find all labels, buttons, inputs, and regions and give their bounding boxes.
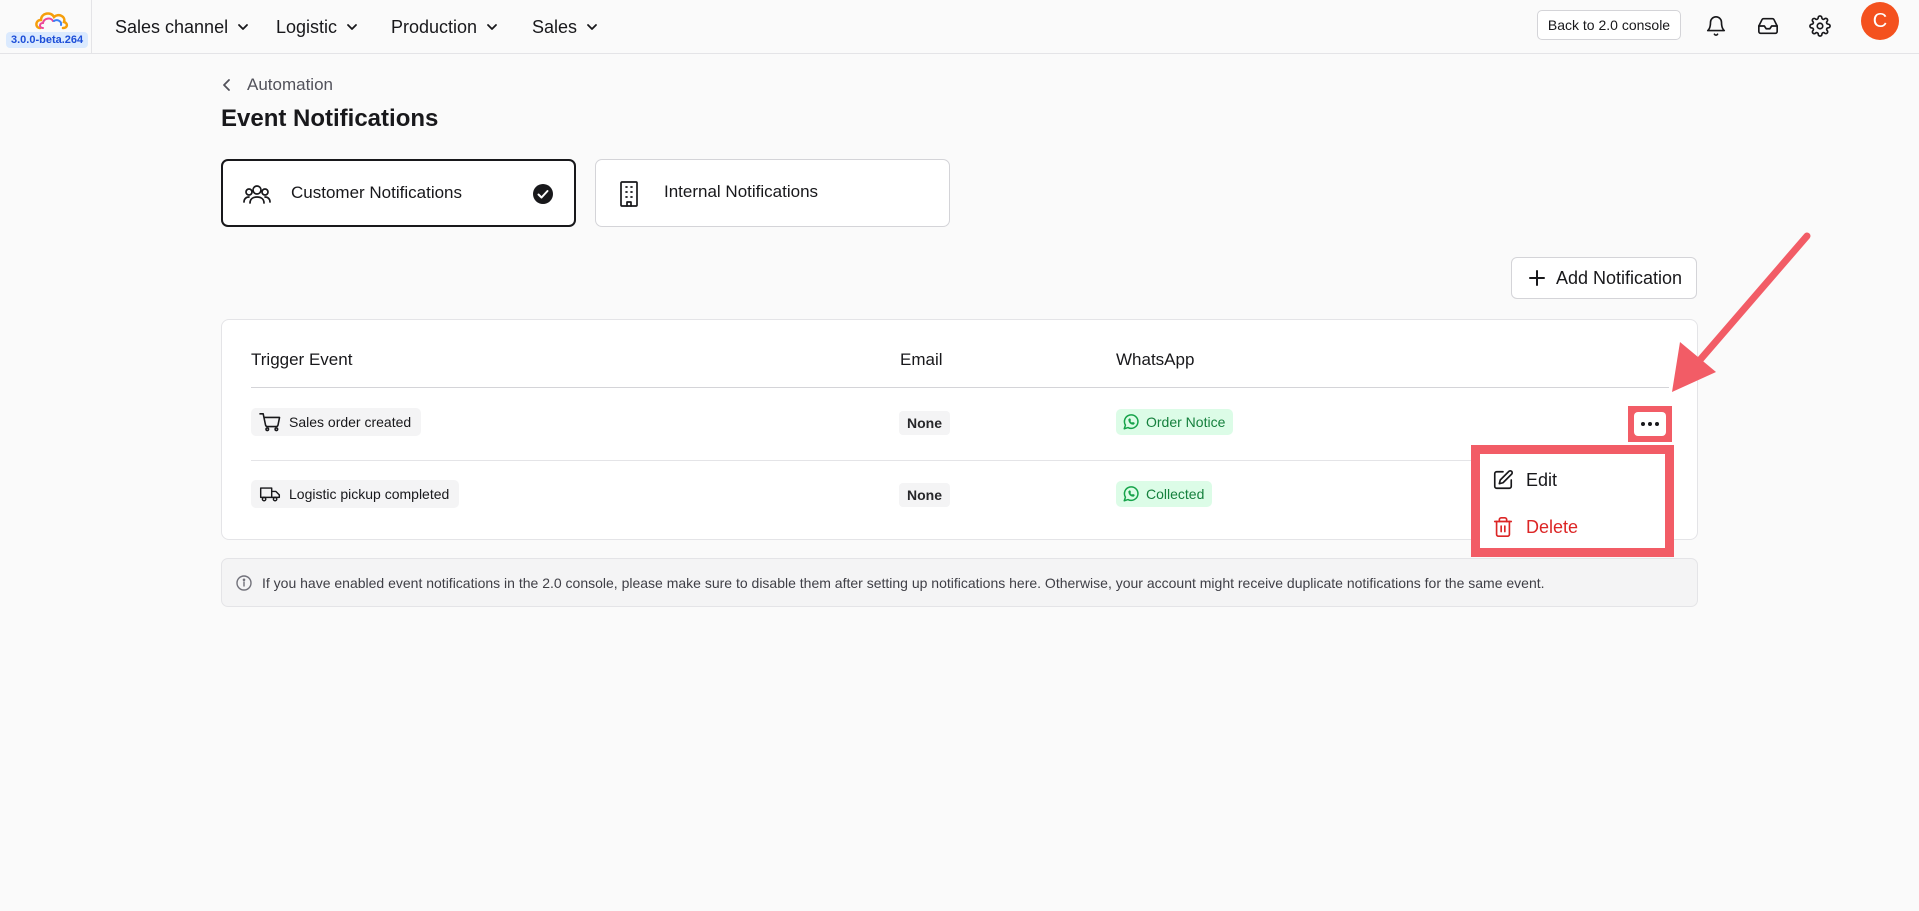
menu-item-edit-label: Edit [1526, 469, 1558, 490]
tab-label: Customer Notifications [291, 183, 463, 202]
more-horizontal-icon [1634, 412, 1666, 436]
nav-label: Sales [532, 16, 578, 37]
inbox-icon[interactable] [1755, 13, 1781, 39]
whatsapp-template-badge[interactable]: Order Notice [1116, 409, 1234, 435]
chevron-down-icon [238, 24, 248, 30]
email-template-badge: None [899, 411, 950, 435]
tab-internal-notifications[interactable]: Internal Notifications [595, 159, 950, 227]
nav-label: Logistic [276, 16, 338, 37]
trigger-event-label: Sales order created [289, 414, 412, 430]
row-more-options-button[interactable] [1628, 406, 1672, 442]
cloud-logo-icon [35, 12, 69, 30]
building-icon [620, 181, 638, 207]
back-to-console-button[interactable]: Back to 2.0 console [1537, 10, 1681, 40]
nav-label: Production [391, 16, 478, 37]
tab-label: Internal Notifications [664, 182, 819, 201]
logo[interactable]: 3.0.0-beta.264 [0, 0, 92, 54]
whatsapp-icon [1123, 486, 1139, 502]
nav-sales-channel[interactable]: Sales channel [115, 14, 250, 40]
tab-customer-notifications[interactable]: Customer Notifications [221, 159, 576, 227]
info-banner: If you have enabled event notifications … [221, 558, 1698, 607]
trigger-event-chip: Logistic pickup completed [251, 480, 460, 508]
info-banner-text: If you have enabled event notifications … [262, 574, 1545, 591]
trigger-event-label: Logistic pickup completed [289, 486, 450, 502]
column-header-whatsapp: WhatsApp [1116, 350, 1195, 369]
menu-item-edit[interactable]: Edit [1492, 466, 1557, 494]
whatsapp-icon [1123, 414, 1139, 430]
add-notification-button[interactable]: Add Notification [1511, 257, 1697, 299]
email-template-badge: None [899, 483, 950, 507]
row-actions-menu-panel: Edit Delete [1480, 454, 1665, 548]
info-icon [236, 574, 252, 591]
chevron-down-icon [487, 24, 497, 30]
whatsapp-template-label: Collected [1146, 486, 1205, 502]
avatar[interactable]: C [1861, 2, 1899, 40]
chevron-down-icon [587, 24, 597, 30]
chevron-left-icon [223, 79, 230, 91]
nav-production[interactable]: Production [391, 14, 499, 40]
nav-sales[interactable]: Sales [532, 14, 599, 40]
version-badge: 3.0.0-beta.264 [6, 32, 89, 48]
column-header-trigger-event: Trigger Event [251, 350, 353, 369]
whatsapp-template-badge[interactable]: Collected [1116, 481, 1213, 507]
check-circle-icon [533, 184, 553, 204]
page-title: Event Notifications [221, 105, 439, 132]
edit-icon [1493, 470, 1513, 490]
bell-icon[interactable] [1703, 13, 1729, 39]
cart-icon [259, 413, 281, 432]
gear-icon[interactable] [1807, 13, 1833, 39]
header-divider [251, 387, 1669, 388]
truck-icon [259, 487, 281, 502]
add-notification-label: Add Notification [1556, 267, 1683, 288]
row-divider [251, 460, 1669, 461]
users-icon [243, 185, 271, 204]
menu-item-delete[interactable]: Delete [1492, 513, 1578, 541]
nav-logistic[interactable]: Logistic [276, 14, 359, 40]
chevron-down-icon [347, 24, 357, 30]
plus-icon [1529, 270, 1545, 286]
trash-icon [1493, 517, 1513, 537]
column-header-email: Email [900, 350, 943, 369]
nav-label: Sales channel [115, 16, 229, 37]
top-navigation-bar: 3.0.0-beta.264 Sales channel Logistic Pr… [0, 0, 1919, 54]
breadcrumb[interactable]: Automation [221, 74, 333, 96]
menu-item-delete-label: Delete [1526, 516, 1579, 537]
row-actions-menu: Edit Delete [1471, 445, 1674, 557]
trigger-event-chip: Sales order created [251, 408, 422, 436]
whatsapp-template-label: Order Notice [1146, 414, 1226, 430]
breadcrumb-label: Automation [247, 75, 333, 94]
